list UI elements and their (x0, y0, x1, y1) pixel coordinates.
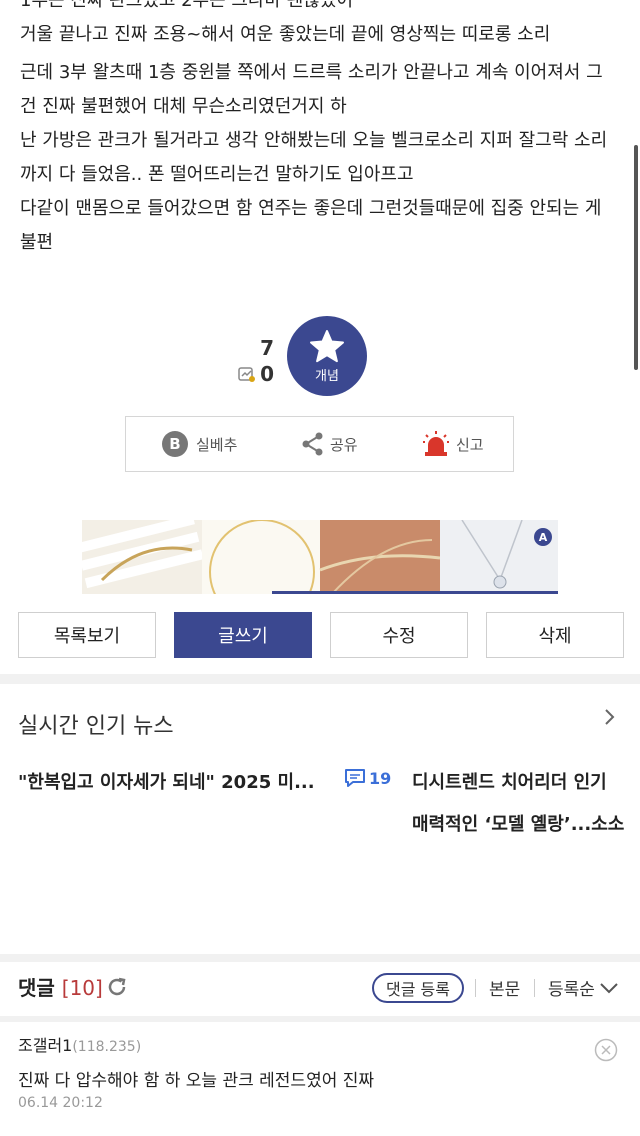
star-icon (310, 329, 344, 362)
news-item-1[interactable]: "한복입고 이자세가 되네" 2025 미... (18, 768, 328, 794)
best-recommend-label: 실베추 (196, 435, 238, 454)
list-button[interactable]: 목록보기 (18, 612, 156, 658)
article-line-0: 1부는 진짜 관크였고 2부는 그나마 괜찮았어 (20, 0, 354, 11)
ad-badge-icon[interactable]: A (534, 528, 552, 546)
section-divider (0, 954, 640, 962)
post-actions: B 실베추 공유 신고 (125, 416, 514, 472)
recommend-star-label: 개념 (315, 368, 339, 384)
article-paragraph-1: 거울 끝나고 진짜 조용~해서 여운 좋았는데 끝에 영상찍는 띠로롱 소리 (20, 24, 551, 45)
share-icon (302, 432, 323, 456)
report-button[interactable]: 신고 (422, 417, 484, 471)
delete-button[interactable]: 삭제 (486, 612, 624, 658)
recommend-count: 7 (260, 336, 274, 360)
news-item-2-line-2[interactable]: 매력적인 ‘모델 옐랑’...소소 (412, 810, 624, 836)
chevron-right-icon[interactable] (604, 708, 616, 730)
ad-banner-image (82, 520, 558, 594)
report-label: 신고 (456, 435, 484, 454)
comment-text: 진짜 다 압수해야 함 하 오늘 관크 레전드였어 진짜 (18, 1071, 375, 1091)
scrollbar[interactable] (634, 145, 638, 370)
news-item-1-comments[interactable]: 19 (344, 768, 391, 788)
comment-author[interactable]: 조갤러1 (18, 1036, 72, 1055)
sort-dropdown[interactable]: 등록순 (548, 975, 619, 1000)
recommend-star-button[interactable]: 개념 (287, 316, 367, 396)
siren-icon (423, 431, 449, 456)
news-item-1-comment-count: 19 (369, 768, 392, 788)
best-recommend-button[interactable]: B 실베추 (162, 417, 237, 471)
article-paragraph-2: 근데 3부 왈츠때 1층 중윈블 쪽에서 드르륵 소리가 안끝나고 계속 이어져… (20, 62, 603, 117)
fixed-recommend-count: 0 (260, 362, 274, 386)
share-label: 공유 (330, 435, 358, 454)
body-link[interactable]: 본문 (489, 975, 520, 1000)
news-item-2-line-1[interactable]: 디시트렌드 치어리더 인기 (412, 768, 607, 794)
comment-date: 06.14 20:12 (18, 1095, 103, 1111)
comment-title: 댓글 (18, 976, 55, 1000)
delete-comment-icon[interactable] (594, 1038, 618, 1066)
comment-bubble-icon (345, 769, 365, 787)
section-divider (0, 1016, 640, 1022)
comment-author-row: 조갤러1(118.235) (18, 1032, 141, 1056)
ad-banner[interactable]: A (82, 520, 558, 594)
chevron-down-icon (600, 982, 618, 993)
comment-ip: (118.235) (72, 1039, 142, 1055)
share-button[interactable]: 공유 (300, 417, 358, 471)
comment-header: 댓글 [10] (18, 972, 103, 1001)
news-section-title: 실시간 인기 뉴스 (18, 714, 174, 739)
comment-count: [10] (61, 976, 103, 1000)
comment-register-button[interactable]: 댓글 등록 (372, 973, 464, 1003)
article-paragraph-3: 난 가방은 관크가 될거라고 생각 안해봤는데 오늘 벨크로소리 지퍼 잘그락 … (20, 130, 608, 185)
article-paragraph-4: 다같이 맨몸으로 들어갔으면 함 연주는 좋은데 그런것들때문에 집중 안되는 … (20, 198, 602, 253)
section-divider (0, 674, 640, 684)
best-badge-icon: B (162, 431, 188, 457)
divider (475, 979, 476, 997)
sort-label: 등록순 (548, 980, 595, 1000)
edit-button[interactable]: 수정 (330, 612, 468, 658)
divider (534, 979, 535, 997)
refresh-icon[interactable] (106, 976, 128, 1002)
write-button[interactable]: 글쓰기 (174, 612, 312, 658)
